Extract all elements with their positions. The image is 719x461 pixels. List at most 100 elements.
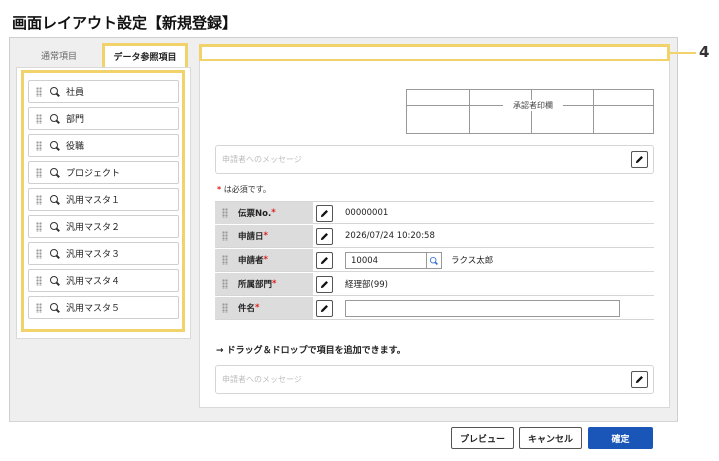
- field-item-label: 役職: [66, 142, 85, 152]
- field-item-label: 汎用マスタ２: [66, 223, 121, 233]
- form-row-dept[interactable]: 所属部門 * 経理部(99): [215, 273, 654, 296]
- field-item[interactable]: 汎用マスタ３: [28, 242, 179, 265]
- pencil-icon: [320, 305, 328, 313]
- drag-handle-icon[interactable]: [222, 255, 228, 265]
- edit-field-button[interactable]: [316, 205, 333, 222]
- applicant-lookup-button[interactable]: [426, 252, 442, 269]
- callout-line: [670, 52, 696, 54]
- search-icon: [50, 221, 60, 232]
- search-icon: [50, 167, 60, 178]
- cancel-button[interactable]: キャンセル: [519, 427, 582, 449]
- tab-data-reference-fields[interactable]: データ参照項目: [102, 43, 188, 67]
- drag-handle-icon[interactable]: [222, 303, 228, 313]
- field-item[interactable]: 汎用マスタ５: [28, 296, 179, 319]
- field-label: 件名: [238, 304, 256, 314]
- form-row-subject[interactable]: 件名 *: [215, 297, 654, 320]
- message-placeholder: 申請者へのメッセージ: [222, 375, 302, 384]
- drag-handle-icon[interactable]: [36, 302, 42, 313]
- pencil-icon: [320, 257, 328, 265]
- required-note: * は必須です。: [217, 185, 271, 194]
- drag-drop-hint: → ドラッグ＆ドロップで項目を追加できます。: [216, 346, 406, 356]
- field-item-label: 汎用マスタ１: [66, 196, 121, 206]
- field-label: 所属部門: [238, 280, 273, 290]
- message-box-top[interactable]: 申請者へのメッセージ: [215, 145, 654, 174]
- callout-number: 4: [699, 43, 710, 61]
- field-item[interactable]: 汎用マスタ１: [28, 188, 179, 211]
- stamp-label: 承認者印欄: [503, 100, 563, 111]
- layout-canvas-header-highlight: [199, 44, 670, 61]
- form-row-apply-date[interactable]: 申請日 * 2026/07/24 10:20:58: [215, 225, 654, 248]
- field-item[interactable]: 部門: [28, 107, 179, 130]
- drag-handle-icon[interactable]: [222, 231, 228, 241]
- pencil-icon: [320, 281, 328, 289]
- page-title: 画面レイアウト設定【新規登録】: [12, 14, 238, 32]
- pencil-icon: [635, 156, 643, 164]
- field-item[interactable]: プロジェクト: [28, 161, 179, 184]
- message-placeholder: 申請者へのメッセージ: [222, 155, 302, 164]
- apply-date-value: 2026/07/24 10:20:58: [345, 231, 435, 241]
- field-item[interactable]: 社員: [28, 80, 179, 103]
- field-item-label: 社員: [66, 88, 85, 98]
- search-icon: [50, 194, 60, 205]
- search-icon: [50, 113, 60, 124]
- subject-input[interactable]: [345, 300, 620, 317]
- dept-value: 経理部(99): [345, 280, 388, 290]
- pencil-icon: [320, 210, 328, 218]
- drag-handle-icon[interactable]: [36, 167, 42, 178]
- stamp-divider: [531, 90, 532, 133]
- field-item[interactable]: 役職: [28, 134, 179, 157]
- drag-handle-icon[interactable]: [36, 275, 42, 286]
- field-item-label: 汎用マスタ３: [66, 250, 121, 260]
- stamp-divider: [469, 90, 470, 133]
- edit-field-button[interactable]: [316, 276, 333, 293]
- field-item-label: 部門: [66, 115, 85, 125]
- slip-no-value: 00000001: [345, 208, 389, 218]
- edit-message-top-button[interactable]: [631, 151, 648, 168]
- pencil-icon: [320, 233, 328, 241]
- drag-handle-icon[interactable]: [36, 140, 42, 151]
- edit-field-button[interactable]: [316, 252, 333, 269]
- drag-handle-icon[interactable]: [36, 248, 42, 259]
- stamp-divider: [593, 90, 594, 133]
- field-item-label: 汎用マスタ４: [66, 277, 121, 287]
- search-icon: [50, 302, 60, 313]
- edit-message-bottom-button[interactable]: [631, 371, 648, 388]
- search-icon: [50, 248, 60, 259]
- field-item-label: プロジェクト: [66, 169, 121, 179]
- drag-handle-icon[interactable]: [222, 279, 228, 289]
- tab-normal-fields[interactable]: 通常項目: [16, 43, 102, 67]
- drag-handle-icon[interactable]: [36, 221, 42, 232]
- applicant-name: ラクス太郎: [451, 256, 494, 266]
- edit-field-button[interactable]: [316, 228, 333, 245]
- search-icon: [430, 256, 438, 265]
- search-icon: [50, 140, 60, 151]
- drag-handle-icon[interactable]: [36, 113, 42, 124]
- field-label: 申請日: [238, 232, 264, 242]
- field-type-tabs: 通常項目 データ参照項目: [16, 43, 188, 67]
- preview-button[interactable]: プレビュー: [451, 427, 514, 449]
- search-icon: [50, 86, 60, 97]
- drag-handle-icon[interactable]: [222, 208, 228, 218]
- drag-handle-icon[interactable]: [36, 194, 42, 205]
- field-item-label: 汎用マスタ５: [66, 304, 121, 314]
- approver-stamp-area: 承認者印欄: [406, 89, 654, 134]
- field-label: 申請者: [238, 256, 264, 266]
- drag-handle-icon[interactable]: [36, 86, 42, 97]
- pencil-icon: [635, 376, 643, 384]
- field-item[interactable]: 汎用マスタ４: [28, 269, 179, 292]
- confirm-button[interactable]: 確定: [588, 427, 653, 449]
- required-mark: *: [255, 303, 260, 313]
- field-item[interactable]: 汎用マスタ２: [28, 215, 179, 238]
- required-mark: *: [271, 208, 276, 218]
- search-icon: [50, 275, 60, 286]
- field-label: 伝票No.: [238, 209, 272, 219]
- required-mark: *: [263, 255, 268, 265]
- required-mark: *: [263, 231, 268, 241]
- message-box-bottom[interactable]: 申請者へのメッセージ: [215, 365, 654, 394]
- stamp-divider: [407, 105, 503, 106]
- form-row-applicant[interactable]: 申請者 * 10004 ラクス太郎: [215, 249, 654, 272]
- form-row-slip-no[interactable]: 伝票No. * 00000001: [215, 201, 654, 224]
- edit-field-button[interactable]: [316, 300, 333, 317]
- stamp-divider: [563, 105, 653, 106]
- required-mark: *: [272, 279, 277, 289]
